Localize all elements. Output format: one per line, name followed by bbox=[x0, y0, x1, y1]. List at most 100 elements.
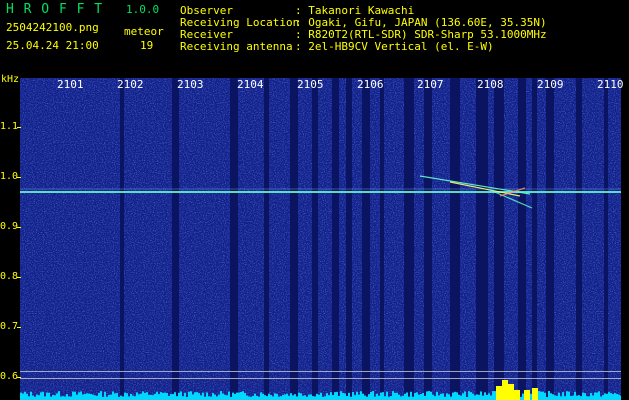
amplitude-bar bbox=[580, 396, 582, 400]
amplitude-bar bbox=[142, 391, 144, 400]
amplitude-bar bbox=[208, 396, 210, 400]
time-gap-band bbox=[532, 78, 537, 400]
amplitude-bar bbox=[352, 391, 354, 400]
amplitude-bar bbox=[232, 392, 234, 400]
amplitude-bar bbox=[570, 395, 572, 400]
amplitude-bar bbox=[100, 391, 102, 400]
amplitude-bar bbox=[456, 392, 458, 400]
meteor-burst-bar bbox=[502, 380, 508, 400]
y-tick-mark bbox=[17, 177, 21, 178]
amplitude-bar bbox=[206, 392, 208, 400]
amplitude-bar bbox=[484, 392, 486, 400]
amplitude-bar bbox=[260, 392, 262, 400]
amplitude-bar bbox=[328, 395, 330, 400]
x-tick-label: 2110 bbox=[597, 78, 624, 91]
y-tick-mark bbox=[17, 227, 21, 228]
amplitude-bar bbox=[78, 392, 80, 400]
amplitude-bar bbox=[494, 391, 496, 400]
amplitude-bar bbox=[432, 394, 434, 400]
amplitude-bar bbox=[140, 393, 142, 400]
x-tick-label: 2106 bbox=[357, 78, 384, 91]
amplitude-bar bbox=[198, 393, 200, 400]
amplitude-bar bbox=[104, 391, 106, 400]
amplitude-bar bbox=[422, 392, 424, 400]
amplitude-bar bbox=[436, 391, 438, 400]
info-value-antenna: : 2el-HB9CV Vertical (el. E-W) bbox=[295, 40, 494, 53]
amplitude-bar bbox=[418, 394, 420, 400]
amplitude-bar bbox=[384, 396, 386, 400]
amplitude-bar bbox=[382, 392, 384, 400]
amplitude-bar bbox=[452, 392, 454, 400]
amplitude-bar bbox=[152, 395, 154, 400]
amplitude-bar bbox=[312, 396, 314, 400]
meteor-burst-bar bbox=[524, 390, 530, 400]
amplitude-bar bbox=[60, 396, 62, 400]
amplitude-bar bbox=[550, 393, 552, 400]
amplitude-bar bbox=[162, 392, 164, 400]
amplitude-bar bbox=[196, 392, 198, 400]
amplitude-bar bbox=[482, 395, 484, 400]
amplitude-bar bbox=[134, 396, 136, 400]
y-tick-label: 1.0 bbox=[0, 171, 19, 182]
amplitude-bar bbox=[386, 391, 388, 400]
meteor-label: meteor bbox=[124, 25, 164, 38]
amplitude-bar bbox=[218, 394, 220, 400]
amplitude-bar bbox=[298, 392, 300, 400]
amplitude-bar bbox=[58, 391, 60, 400]
amplitude-bar bbox=[292, 395, 294, 400]
amplitude-bar bbox=[22, 393, 24, 400]
spectrogram-window: H R O F F T 1.0.0 2504242100.png 25.04.2… bbox=[0, 0, 629, 400]
amplitude-bar bbox=[394, 392, 396, 400]
x-tick-label: 2107 bbox=[417, 78, 444, 91]
time-gap-band bbox=[576, 78, 582, 400]
amplitude-bar bbox=[364, 395, 366, 400]
amplitude-bar bbox=[52, 395, 54, 400]
amplitude-bar bbox=[572, 395, 574, 400]
spectrogram-noise bbox=[20, 78, 621, 400]
amplitude-bar bbox=[610, 393, 612, 400]
amplitude-bar bbox=[316, 393, 318, 400]
time-gap-band bbox=[494, 78, 504, 400]
amplitude-bar bbox=[276, 393, 278, 400]
amplitude-bar bbox=[542, 391, 544, 400]
amplitude-bar bbox=[272, 396, 274, 400]
amplitude-bar bbox=[344, 393, 346, 400]
amplitude-bar bbox=[284, 394, 286, 400]
amplitude-bar bbox=[216, 396, 218, 400]
amplitude-bar bbox=[160, 392, 162, 400]
amplitude-bar bbox=[368, 394, 370, 400]
amplitude-bar bbox=[370, 392, 372, 400]
amplitude-bar bbox=[54, 395, 56, 400]
amplitude-bar bbox=[68, 396, 70, 400]
x-tick-label: 2105 bbox=[297, 78, 324, 91]
amplitude-bar bbox=[400, 396, 402, 400]
amplitude-bar bbox=[372, 391, 374, 400]
amplitude-bar bbox=[178, 392, 180, 400]
amplitude-bar bbox=[286, 393, 288, 400]
amplitude-bar bbox=[72, 391, 74, 400]
y-tick-label: 0.9 bbox=[0, 221, 19, 232]
amplitude-bar bbox=[156, 391, 158, 400]
x-tick-label: 2109 bbox=[537, 78, 564, 91]
amplitude-bar bbox=[42, 391, 44, 400]
amplitude-bar bbox=[342, 392, 344, 400]
amplitude-bar bbox=[238, 392, 240, 400]
amplitude-bar bbox=[190, 391, 192, 400]
amplitude-bar bbox=[172, 394, 174, 400]
app-version: 1.0.0 bbox=[126, 3, 160, 16]
spectrogram-plot bbox=[20, 78, 621, 400]
amplitude-bar bbox=[202, 392, 204, 400]
amplitude-bar bbox=[360, 391, 362, 400]
amplitude-bar bbox=[20, 392, 22, 400]
time-gap-band bbox=[604, 78, 608, 400]
amplitude-bar bbox=[602, 395, 604, 400]
amplitude-bar bbox=[30, 391, 32, 400]
amplitude-bar bbox=[248, 396, 250, 400]
amplitude-bar bbox=[598, 391, 600, 400]
amplitude-bar bbox=[308, 394, 310, 400]
amplitude-bar bbox=[448, 394, 450, 400]
amplitude-bar bbox=[326, 393, 328, 400]
amplitude-bar bbox=[188, 391, 190, 400]
amplitude-bar bbox=[24, 391, 26, 400]
amplitude-bar bbox=[318, 394, 320, 400]
